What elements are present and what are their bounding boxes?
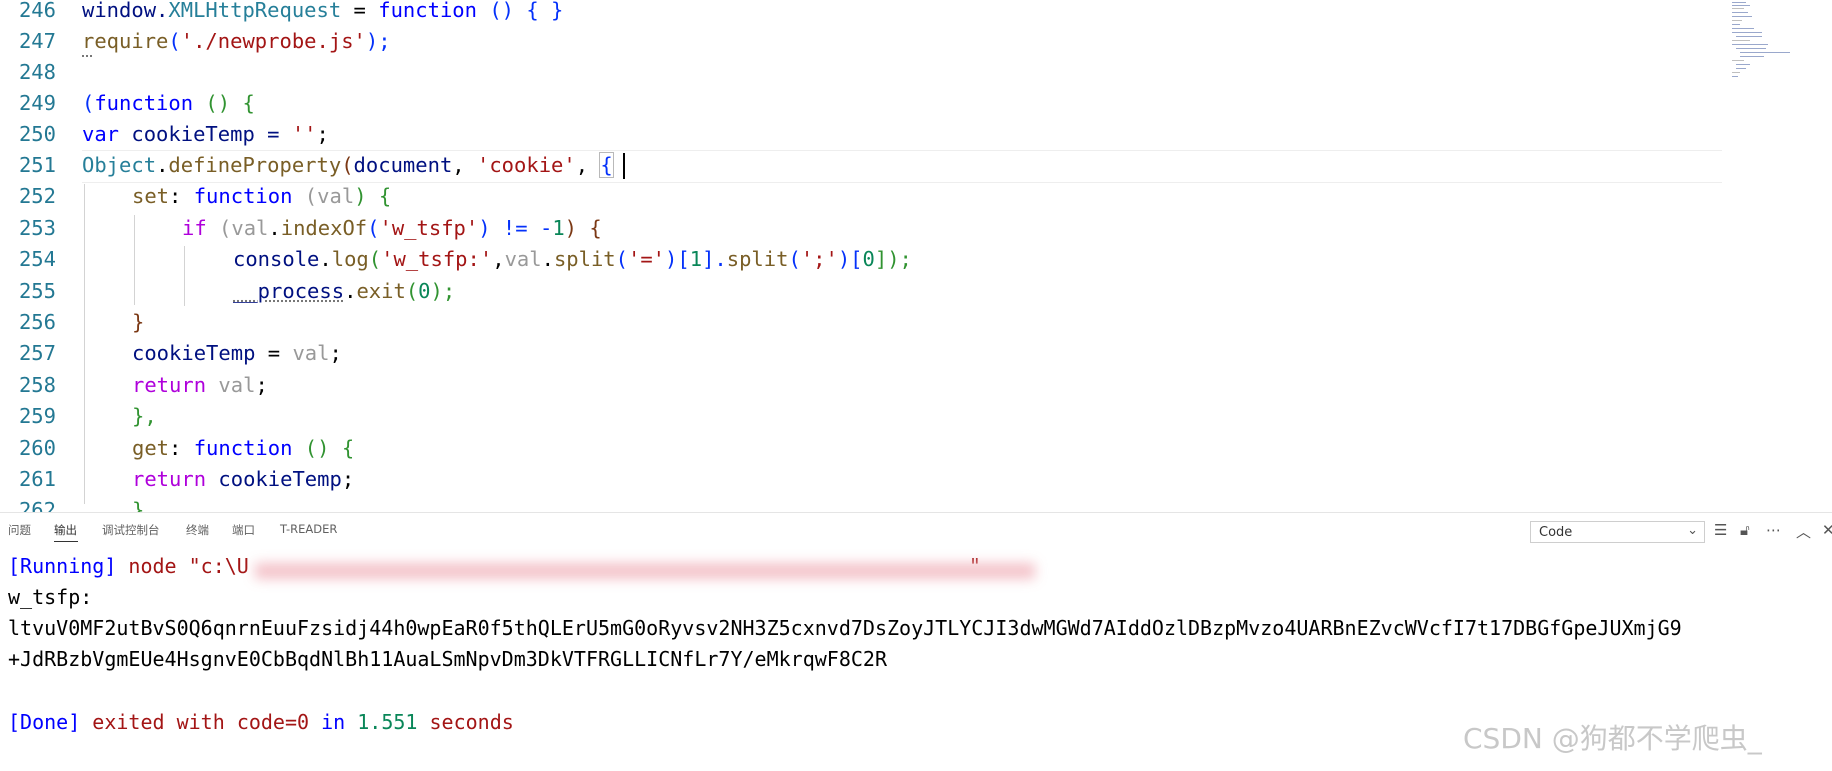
line-number: 256 bbox=[18, 310, 56, 334]
line-number: 248 bbox=[18, 60, 56, 84]
line-number: 261 bbox=[18, 467, 56, 491]
line-number: 251 bbox=[18, 153, 56, 177]
line-number: 260 bbox=[18, 436, 56, 460]
code-line: } bbox=[132, 498, 145, 512]
more-actions-icon[interactable]: ⋯ bbox=[1766, 521, 1781, 539]
line-number: 247 bbox=[18, 29, 56, 53]
redacted-path bbox=[255, 563, 1035, 579]
code-line: }, bbox=[132, 404, 157, 428]
tab-problems[interactable]: 问题 bbox=[8, 522, 31, 538]
output-channel-value: Code bbox=[1539, 525, 1573, 540]
output-done-line: [Done] exited with code=0 in 1.551 secon… bbox=[8, 710, 514, 734]
line-number: 259 bbox=[18, 404, 56, 428]
code-line: console.log('w_tsfp:',val.split('=')[1].… bbox=[233, 247, 912, 271]
code-line: var cookieTemp = ''; bbox=[82, 122, 329, 146]
line-number: 246 bbox=[18, 0, 56, 22]
code-line: return cookieTemp; bbox=[132, 467, 355, 491]
line-number: 254 bbox=[18, 247, 56, 271]
code-line: if (val.indexOf('w_tsfp') != -1) { bbox=[182, 216, 602, 240]
indent-guide bbox=[84, 184, 85, 504]
minimap[interactable] bbox=[1722, 0, 1832, 100]
code-line: return val; bbox=[132, 373, 268, 397]
tab-ports[interactable]: 端口 bbox=[232, 522, 255, 538]
code-line: set: function (val) { bbox=[132, 184, 392, 208]
line-number: 257 bbox=[18, 341, 56, 365]
output-channel-select[interactable]: Code ⌄ bbox=[1530, 521, 1705, 543]
chevron-down-icon: ⌄ bbox=[1687, 523, 1698, 538]
output-label: w_tsfp: bbox=[8, 585, 93, 609]
clear-output-icon[interactable]: ☰ bbox=[1714, 521, 1727, 539]
panel-tab-bar: 问题 输出 调试控制台 终端 端口 T-READER Code ⌄ ☰ 🔓︎ ⋯… bbox=[0, 513, 1832, 547]
tab-t-reader[interactable]: T-READER bbox=[280, 522, 337, 536]
tab-terminal[interactable]: 终端 bbox=[186, 522, 209, 538]
output-value-line-1: ltvuV0MF2utBvS0Q6qnrnEuuFzsidj44h0wpEaR0… bbox=[8, 616, 1682, 640]
line-number: 252 bbox=[18, 184, 56, 208]
line-number: 249 bbox=[18, 91, 56, 115]
maximize-panel-icon[interactable]: ︿ bbox=[1796, 521, 1811, 542]
code-line: Object.defineProperty(document, 'cookie'… bbox=[82, 152, 614, 178]
text-cursor bbox=[623, 153, 625, 179]
code-editor[interactable]: 246 247 248 249 250 251 252 253 254 255 … bbox=[0, 0, 1832, 512]
line-number: 253 bbox=[18, 216, 56, 240]
code-line: get: function () { bbox=[132, 436, 355, 460]
line-number: 258 bbox=[18, 373, 56, 397]
close-panel-icon[interactable]: ✕ bbox=[1822, 521, 1832, 539]
indent-guide bbox=[134, 215, 135, 305]
watermark: CSDN @狗都不学爬虫_ bbox=[1463, 722, 1762, 755]
code-line: cookieTemp = val; bbox=[132, 341, 342, 365]
code-line: } bbox=[132, 310, 145, 334]
code-line: (function () { bbox=[82, 91, 255, 115]
output-value-line-2: +JdRBzbVgmEUe4HsgnvE0CbBqdNlBh11AuaLSmNp… bbox=[8, 647, 887, 671]
lock-scroll-icon[interactable]: 🔓︎ bbox=[1740, 521, 1750, 539]
line-number: 262 bbox=[18, 498, 56, 512]
tab-debug-console[interactable]: 调试控制台 bbox=[102, 522, 160, 538]
line-number: 250 bbox=[18, 122, 56, 146]
tab-output[interactable]: 输出 bbox=[54, 522, 77, 538]
code-line: __process.exit(0); bbox=[233, 279, 456, 303]
code-line: window.XMLHttpRequest = function () { } bbox=[82, 0, 564, 22]
indent-guide bbox=[184, 246, 185, 306]
code-line: require('./newprobe.js'); bbox=[82, 29, 391, 53]
active-tab-indicator bbox=[54, 541, 78, 542]
hint-squiggle bbox=[82, 53, 92, 57]
line-number: 255 bbox=[18, 279, 56, 303]
